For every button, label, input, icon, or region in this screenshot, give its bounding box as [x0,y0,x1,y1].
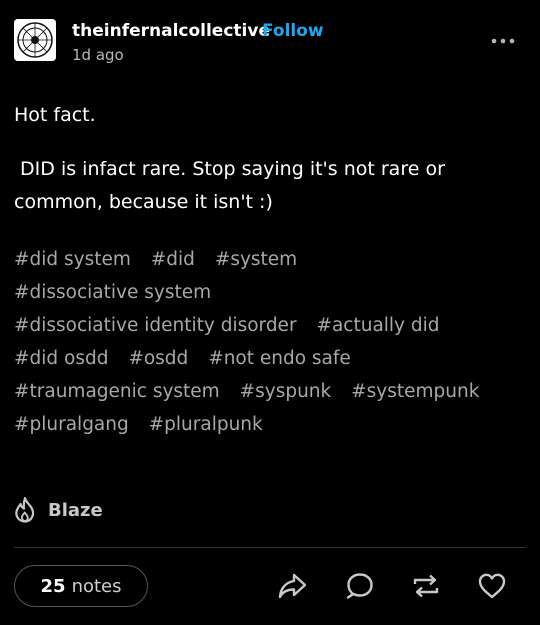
tag-link[interactable]: #syspunk [240,381,332,402]
avatar[interactable] [14,19,56,61]
share-button[interactable] [274,568,310,604]
tag-link[interactable]: #did [151,249,195,270]
blaze-label: Blaze [48,499,103,521]
post-paragraph: DID is infact rare. Stop saying it's not… [14,158,451,213]
more-options-button[interactable] [486,28,520,54]
tag-link[interactable]: #actually did [316,315,439,336]
more-dots-icon [491,38,515,44]
post-card: theinfernalcollective Follow 1d ago Hot … [0,0,540,625]
tag-link[interactable]: #not endo safe [208,348,351,369]
reblog-icon [413,574,439,598]
tag-link[interactable]: #pluralpunk [149,414,263,435]
tag-link[interactable]: #dissociative identity disorder [14,315,297,336]
post-paragraph: Hot fact. [14,104,96,126]
reply-button[interactable] [342,568,378,604]
username-link[interactable]: theinfernalcollective [72,21,270,41]
flame-icon [15,496,35,523]
tag-link[interactable]: #dissociative system [14,282,211,303]
divider [14,547,526,548]
follow-button[interactable]: Follow [262,21,324,41]
heart-icon [478,573,506,599]
notes-count: 25 [40,575,66,597]
reply-bubble-icon [346,573,373,599]
tag-link[interactable]: #did osdd [14,348,108,369]
like-button[interactable] [474,568,510,604]
reblog-button[interactable] [408,568,444,604]
blaze-button[interactable]: Blaze [12,495,103,525]
notes-button[interactable]: 25 notes [14,565,148,607]
notes-label: notes [71,575,122,597]
tag-list: #did system #did #system #dissociative s… [14,243,524,441]
tag-link[interactable]: #osdd [128,348,188,369]
tag-link[interactable]: #systempunk [351,381,479,402]
tag-link[interactable]: #pluralgang [14,414,129,435]
tag-link[interactable]: #system [215,249,297,270]
post-timestamp[interactable]: 1d ago [72,46,124,64]
tag-link[interactable]: #did system [14,249,131,270]
tag-link[interactable]: #traumagenic system [14,381,220,402]
share-arrow-icon [278,573,307,599]
